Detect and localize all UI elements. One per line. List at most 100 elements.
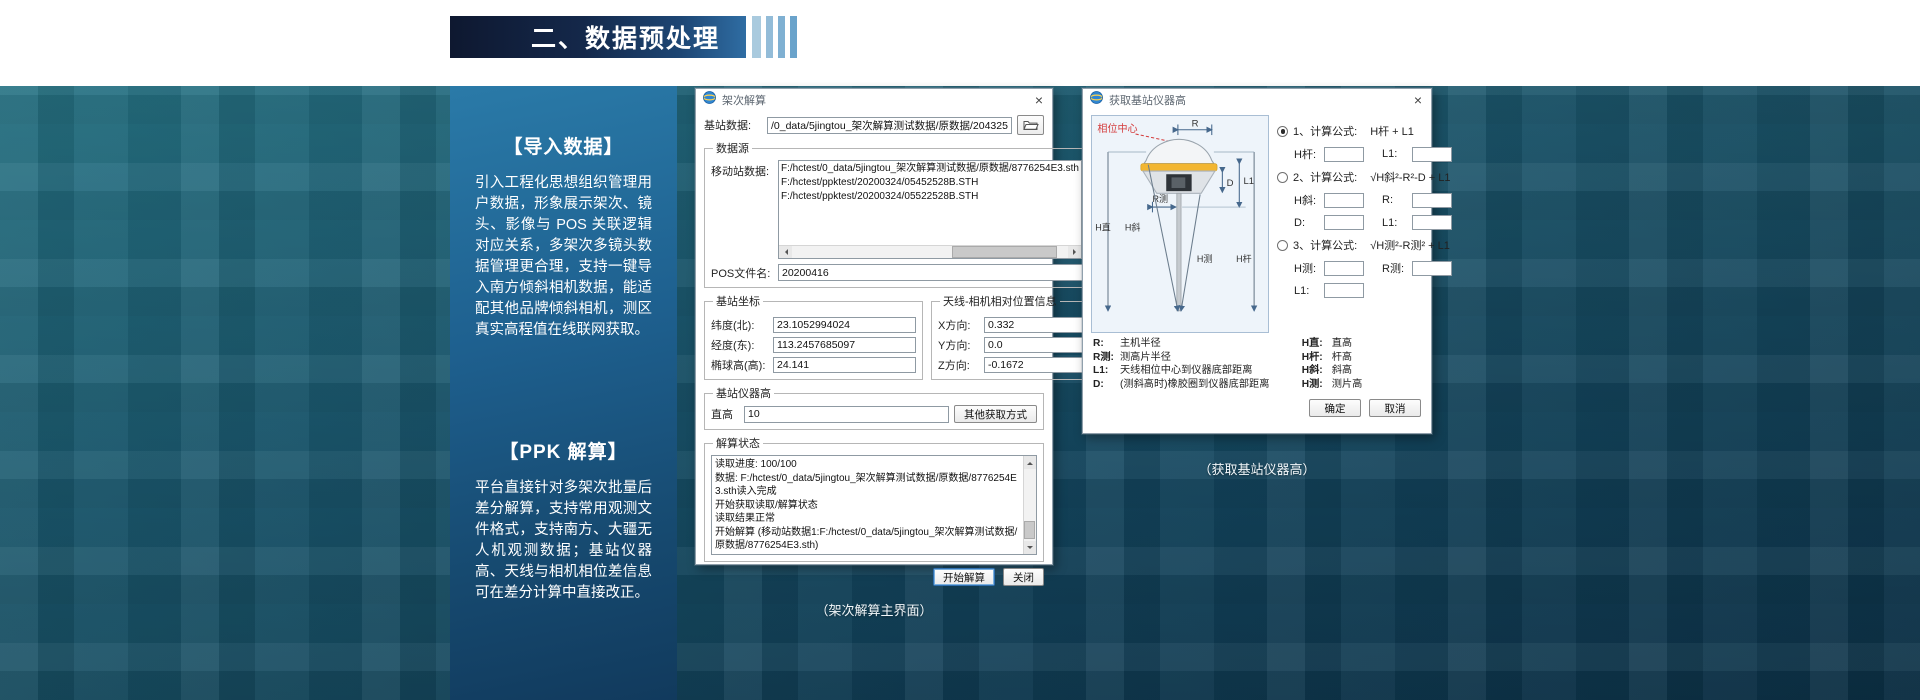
legend-text: 杆高: [1332, 351, 1352, 365]
solve-status-group: 解算状态 读取进度: 100/100 数据: F:/hctest/0_data/…: [704, 435, 1044, 562]
scroll-up-arrow-icon[interactable]: [1024, 456, 1036, 469]
scroll-right-arrow-icon[interactable]: [1068, 246, 1081, 258]
rce-input[interactable]: [1412, 261, 1452, 276]
app-globe-icon: [703, 91, 716, 109]
l1-input[interactable]: [1412, 147, 1452, 162]
rover-file-list[interactable]: F:/hctest/0_data/5jingtou_架次解算测试数据/原数据/8…: [778, 160, 1082, 259]
cancel-button[interactable]: 取消: [1369, 399, 1421, 417]
latitude-input[interactable]: [773, 317, 916, 333]
ellipsoid-height-label: 椭球高(高):: [711, 357, 769, 373]
dialog1-title: 架次解算: [722, 92, 1027, 108]
close-button[interactable]: 关闭: [1003, 568, 1044, 586]
hgan-field-label: H杆:: [1294, 146, 1320, 162]
receiver-diagram: R 相位中心 R测: [1091, 115, 1269, 333]
legend-key: H测:: [1302, 378, 1332, 392]
legend-text: (测斜高时)橡胶圈到仪器底部距离: [1120, 378, 1269, 392]
dialog2-titlebar[interactable]: 获取基站仪器高 ×: [1083, 89, 1431, 111]
section-banner: 二、数据预处理: [450, 16, 746, 58]
status-log[interactable]: 读取进度: 100/100 数据: F:/hctest/0_data/5jing…: [711, 455, 1037, 555]
dialog1-caption: （架次解算主界面）: [695, 600, 1053, 619]
scroll-down-arrow-icon[interactable]: [1024, 541, 1036, 554]
legend-text: 斜高: [1332, 364, 1352, 378]
formula3-expression: √H测²-R测² + L1: [1370, 237, 1450, 253]
start-solve-button[interactable]: 开始解算: [933, 568, 995, 586]
legend-text: 测高片半径: [1120, 351, 1171, 365]
ellipsoid-height-input[interactable]: [773, 357, 916, 373]
ppk-heading: 【PPK 解算】: [475, 437, 652, 464]
formula1-expression: H杆 + L1: [1370, 123, 1414, 139]
hxie-label: H斜: [1125, 221, 1141, 232]
y-offset-label: Y方向:: [938, 337, 980, 353]
hgan-input[interactable]: [1324, 147, 1364, 162]
formula2-expression: √H斜²-R²-D + L1: [1370, 169, 1450, 185]
status-line: 开始解算 (移动站数据1:F:/hctest/0_data/5jingtou_架…: [715, 526, 1020, 553]
import-data-heading: 【导入数据】: [475, 132, 652, 159]
formula1-label: 1、计算公式:: [1293, 123, 1357, 139]
dialog1-titlebar[interactable]: 架次解算 ×: [696, 89, 1052, 111]
browse-base-button[interactable]: [1017, 115, 1044, 135]
pos-filename-input[interactable]: [778, 264, 1114, 281]
header-strip: [0, 0, 1920, 86]
hxie-input[interactable]: [1324, 193, 1364, 208]
datasource-group-title: 数据源: [713, 140, 752, 156]
phase-center-label: 相位中心: [1097, 122, 1137, 135]
formula1-radio[interactable]: [1277, 126, 1288, 137]
vscroll-thumb[interactable]: [1024, 521, 1035, 539]
close-icon[interactable]: ×: [1033, 93, 1045, 107]
hscroll-thumb[interactable]: [952, 246, 1057, 258]
instrument-height-group: 基站仪器高 直高 其他获取方式: [704, 385, 1044, 430]
formula3-label: 3、计算公式:: [1293, 237, 1357, 253]
dialog2-caption: （获取基站仪器高）: [1082, 459, 1432, 478]
list-item[interactable]: F:/hctest/ppktest/20200324/05522528B.STH: [781, 190, 1079, 204]
horizontal-scrollbar[interactable]: [779, 245, 1081, 258]
ok-button[interactable]: 确定: [1309, 399, 1361, 417]
status-line: 读取进度: 100/100: [715, 458, 1020, 472]
r-label: R: [1192, 119, 1199, 130]
vertical-height-label: 直高: [711, 406, 739, 422]
instrument-height-dialog: 获取基站仪器高 × R 相位中心: [1082, 88, 1432, 434]
base-data-label: 基站数据:: [704, 117, 762, 133]
d-label: D: [1227, 178, 1234, 189]
pos-filename-label: POS文件名:: [711, 265, 773, 281]
d-field-label: D:: [1294, 217, 1320, 229]
l1b-input[interactable]: [1412, 215, 1452, 230]
hce-label: H测: [1197, 254, 1213, 264]
vertical-scrollbar[interactable]: [1023, 456, 1036, 554]
formula3-radio[interactable]: [1277, 240, 1288, 251]
z-offset-label: Z方向:: [938, 357, 980, 373]
hce-input[interactable]: [1324, 261, 1364, 276]
list-item[interactable]: F:/hctest/ppktest/20200324/05452528B.STH: [781, 176, 1079, 190]
legend-text: 直高: [1332, 337, 1352, 351]
base-data-input[interactable]: [767, 117, 1012, 134]
section-title: 二、数据预处理: [531, 19, 720, 55]
description-panel: 【导入数据】 引入工程化思想组织管理用户数据，形象展示架次、镜头、影像与 POS…: [450, 86, 677, 700]
rce-field-label: R测:: [1382, 260, 1408, 276]
legend-key: D:: [1093, 378, 1120, 392]
r-input[interactable]: [1412, 193, 1452, 208]
longitude-input[interactable]: [773, 337, 916, 353]
other-method-button[interactable]: 其他获取方式: [954, 405, 1037, 423]
legend-text: 主机半径: [1120, 337, 1161, 351]
legend-key: R测:: [1093, 351, 1120, 365]
close-icon[interactable]: ×: [1412, 93, 1424, 107]
scroll-left-arrow-icon[interactable]: [779, 246, 792, 258]
status-line: 开始获取读取/解算状态: [715, 499, 1020, 513]
import-data-text: 引入工程化思想组织管理用户数据，形象展示架次、镜头、影像与 POS 关联逻辑对应…: [475, 173, 652, 341]
vertical-height-input[interactable]: [744, 406, 949, 423]
symbol-legend: R:主机半径 R测:测高片半径 L1:天线相位中心到仪器底部距离 D:(测斜高时…: [1083, 333, 1431, 391]
formula2-label: 2、计算公式:: [1293, 169, 1357, 185]
hce-field-label: H测:: [1294, 260, 1320, 276]
legend-key: R:: [1093, 337, 1120, 351]
legend-text: 天线相位中心到仪器底部距离: [1120, 364, 1252, 378]
l1c-input[interactable]: [1324, 283, 1364, 298]
banner-accent-bars: [752, 16, 797, 58]
d-input[interactable]: [1324, 215, 1364, 230]
list-item[interactable]: F:/hctest/0_data/5jingtou_架次解算测试数据/原数据/8…: [781, 162, 1079, 176]
formula2-radio[interactable]: [1277, 172, 1288, 183]
hzhi-label: H直: [1095, 221, 1111, 232]
hgan-label: H杆: [1236, 253, 1252, 264]
base-coords-group: 基站坐标 纬度(北): 经度(东): 椭球高(高):: [704, 293, 923, 380]
formula-options: 1、计算公式: H杆 + L1 H杆: L1: 2、计算公式: √H斜²-R²-…: [1277, 115, 1452, 333]
l1b-field-label: L1:: [1382, 217, 1408, 229]
status-line: 读取结果正常: [715, 512, 1020, 526]
